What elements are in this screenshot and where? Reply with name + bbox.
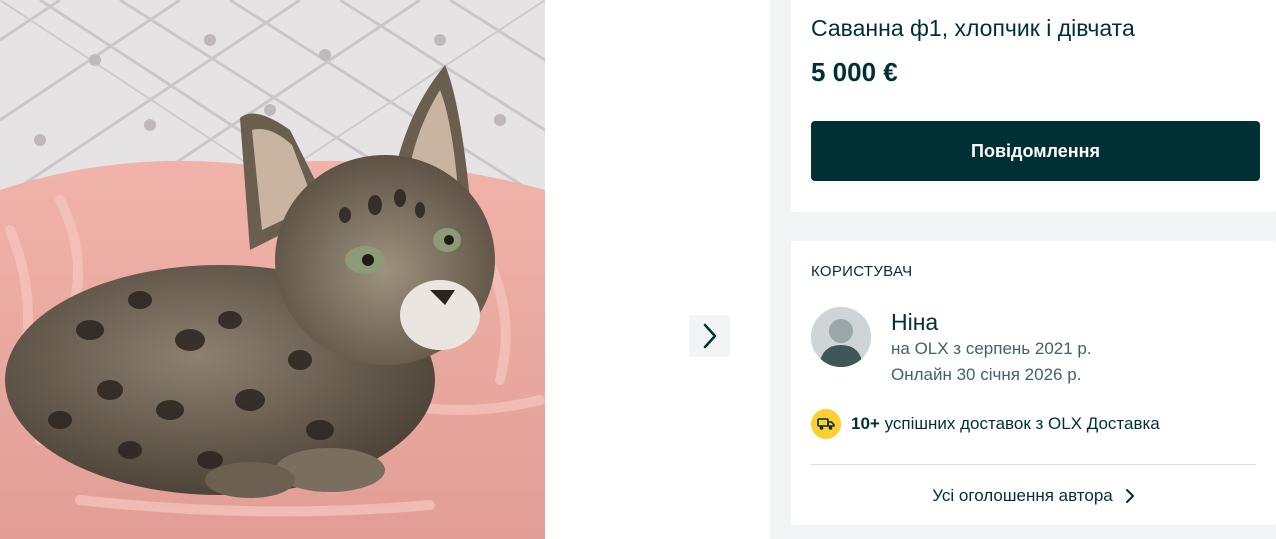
ad-price: 5 000 € xyxy=(811,57,898,87)
user-card: КОРИСТУВАЧ Ніна на OLX з серпень 2021 р.… xyxy=(791,241,1276,525)
all-ads-label: Усі оголошення автора xyxy=(932,486,1113,505)
listing-photo[interactable] xyxy=(0,0,545,539)
sidebar: Саванна ф1, хлопчик і дівчата 5 000 € По… xyxy=(770,0,1276,539)
delivery-description: успішних доставок з OLX Доставка xyxy=(879,414,1160,433)
user-name[interactable]: Ніна xyxy=(891,309,938,335)
message-button[interactable]: Повідомлення xyxy=(811,121,1260,181)
delivery-stats: 10+ успішних доставок з OLX Доставка xyxy=(811,409,1160,439)
user-avatar-icon xyxy=(811,307,871,367)
ad-title: Саванна ф1, хлопчик і дівчата xyxy=(811,15,1135,41)
user-section-heading: КОРИСТУВАЧ xyxy=(811,263,913,280)
all-author-ads-link[interactable]: Усі оголошення автора xyxy=(791,481,1276,511)
chevron-right-icon xyxy=(703,323,716,349)
kitten-photo-illustration xyxy=(0,0,545,539)
user-last-online: Онлайн 30 січня 2026 р. xyxy=(891,365,1082,384)
listing-page: Саванна ф1, хлопчик і дівчата 5 000 € По… xyxy=(0,0,1276,539)
chevron-right-icon xyxy=(1125,488,1135,504)
gallery-next-button[interactable] xyxy=(689,315,730,357)
ad-summary-card: Саванна ф1, хлопчик і дівчата 5 000 € По… xyxy=(791,0,1276,212)
divider xyxy=(811,464,1256,465)
delivery-count: 10+ xyxy=(851,414,880,433)
truck-icon xyxy=(811,409,841,439)
user-avatar[interactable] xyxy=(811,307,871,367)
user-member-since: на OLX з серпень 2021 р. xyxy=(891,339,1092,358)
delivery-text: 10+ успішних доставок з OLX Доставка xyxy=(851,414,1160,434)
photo-gallery xyxy=(0,0,770,539)
